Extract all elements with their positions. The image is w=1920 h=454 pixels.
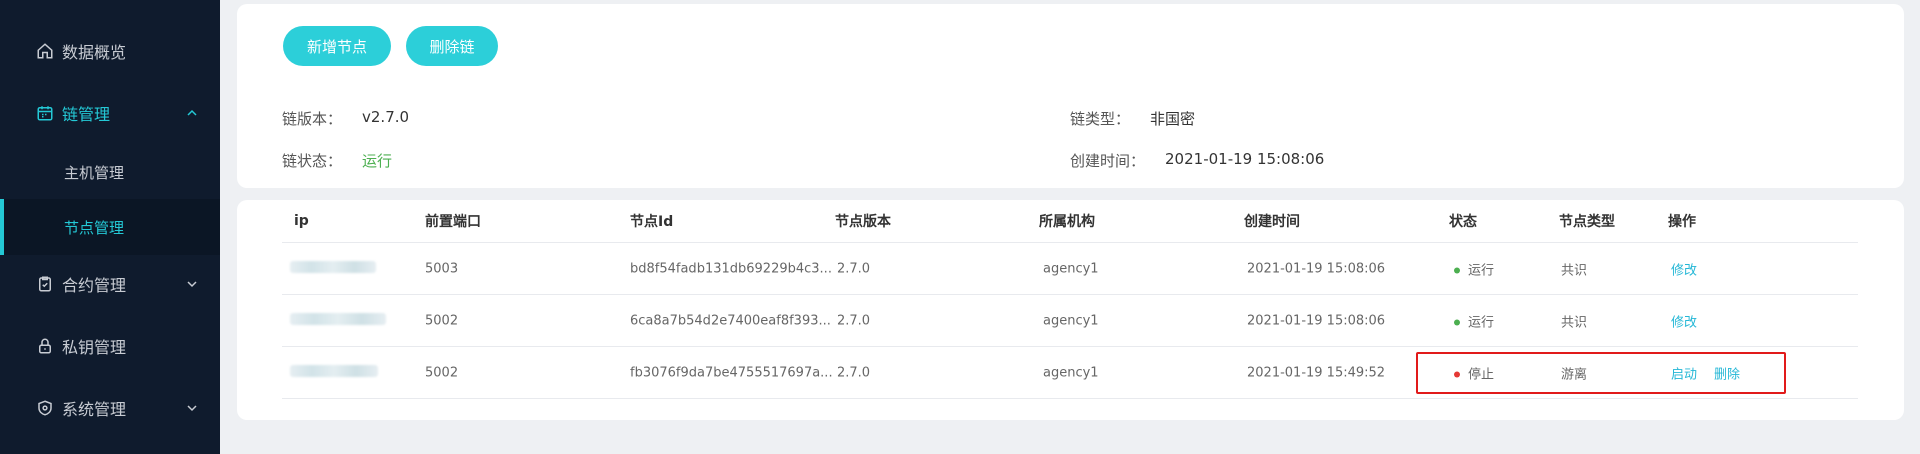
sidebar-item-system[interactable]: 系统管理 bbox=[0, 387, 220, 429]
chevron-down-icon bbox=[186, 278, 198, 290]
sidebar-item-overview[interactable]: 数据概览 bbox=[0, 30, 220, 72]
status-cell: 运行 bbox=[1454, 259, 1494, 278]
delete-chain-button[interactable]: 删除链 bbox=[406, 26, 498, 66]
chain-status-value: 运行 bbox=[362, 152, 393, 170]
sidebar-item-contract[interactable]: 合约管理 bbox=[0, 263, 220, 305]
sidebar-subitem-node[interactable]: 节点管理 bbox=[0, 199, 220, 255]
chain-type-label: 链类型： bbox=[1070, 110, 1131, 128]
ip-redacted bbox=[290, 260, 376, 277]
chain-version-value: v2.7.0 bbox=[362, 108, 410, 126]
chain-status: 链状态： 运行 bbox=[282, 150, 392, 171]
sidebar-item-label: 私钥管理 bbox=[62, 338, 127, 357]
version-cell: 2.7.0 bbox=[837, 313, 871, 328]
edit-link[interactable]: 修改 bbox=[1671, 259, 1697, 278]
chain-type: 链类型： 非国密 bbox=[1070, 108, 1195, 129]
table-header: 前置端口 bbox=[425, 214, 481, 230]
sidebar-item-label: 合约管理 bbox=[62, 276, 127, 295]
clipboard-icon bbox=[36, 275, 54, 293]
sidebar-subitem-label: 节点管理 bbox=[64, 218, 125, 237]
chevron-down-icon bbox=[186, 402, 198, 414]
agency-cell: agency1 bbox=[1043, 261, 1099, 276]
ip-redacted bbox=[290, 312, 386, 329]
table-row: 5002 fb3076f9da7be4755517697a... 2.7.0 a… bbox=[282, 347, 1858, 399]
status-stopped-dot bbox=[1454, 371, 1460, 378]
chain-created-value: 2021-01-19 15:08:06 bbox=[1165, 150, 1325, 168]
status-text: 停止 bbox=[1468, 367, 1495, 382]
status-cell: 运行 bbox=[1454, 311, 1494, 330]
delete-node-link[interactable]: 删除 bbox=[1714, 363, 1740, 382]
status-text: 运行 bbox=[1468, 315, 1495, 330]
sidebar: 数据概览 链管理 主机管理 节点管理 合约管理 私钥管理 系统管理 bbox=[0, 0, 220, 454]
table-header: 操作 bbox=[1668, 214, 1696, 230]
lock-icon bbox=[36, 337, 54, 355]
port-cell: 5002 bbox=[425, 313, 459, 328]
type-cell: 共识 bbox=[1561, 263, 1588, 278]
table-header: 节点类型 bbox=[1559, 214, 1615, 230]
sidebar-item-label: 链管理 bbox=[62, 105, 111, 124]
sidebar-subitem-label: 主机管理 bbox=[64, 163, 125, 182]
table-header: 创建时间 bbox=[1244, 214, 1300, 230]
status-cell: 停止 bbox=[1454, 363, 1494, 382]
status-text: 运行 bbox=[1468, 263, 1495, 278]
created-cell: 2021-01-19 15:49:52 bbox=[1247, 365, 1386, 380]
shield-icon bbox=[36, 399, 54, 417]
version-cell: 2.7.0 bbox=[837, 261, 871, 276]
add-node-button[interactable]: 新增节点 bbox=[283, 26, 391, 66]
ip-redacted bbox=[290, 364, 378, 381]
table-header: 节点版本 bbox=[835, 214, 891, 230]
sidebar-item-label: 系统管理 bbox=[62, 400, 127, 419]
status-running-dot bbox=[1454, 319, 1460, 326]
sidebar-item-chain[interactable]: 链管理 bbox=[0, 92, 220, 134]
created-cell: 2021-01-19 15:08:06 bbox=[1247, 261, 1386, 276]
type-cell: 游离 bbox=[1561, 367, 1588, 382]
node-id-cell: 6ca8a7b54d2e7400eaf8f393... bbox=[630, 313, 831, 328]
port-cell: 5002 bbox=[425, 365, 459, 380]
status-running-dot bbox=[1454, 267, 1460, 274]
table-header: 节点Id bbox=[630, 214, 674, 230]
home-icon bbox=[36, 42, 54, 60]
chain-created-label: 创建时间： bbox=[1070, 152, 1146, 170]
calendar-icon bbox=[36, 104, 54, 122]
version-cell: 2.7.0 bbox=[837, 365, 871, 380]
start-link[interactable]: 启动 bbox=[1671, 363, 1697, 382]
chain-type-value: 非国密 bbox=[1150, 110, 1196, 128]
port-cell: 5003 bbox=[425, 261, 459, 276]
chain-status-label: 链状态： bbox=[282, 152, 343, 170]
sidebar-item-keys[interactable]: 私钥管理 bbox=[0, 325, 220, 367]
chain-info-card: 新增节点 删除链 链版本： v2.7.0 链类型： 非国密 链状态： 运行 创建… bbox=[237, 4, 1904, 188]
node-table: ip 前置端口 节点Id 节点版本 所属机构 创建时间 状态 节点类型 操作 5… bbox=[282, 200, 1858, 399]
table-header: 状态 bbox=[1449, 214, 1477, 230]
node-table-card: ip 前置端口 节点Id 节点版本 所属机构 创建时间 状态 节点类型 操作 5… bbox=[237, 200, 1904, 420]
table-row: 5003 bd8f54fadb131db69229b4c3... 2.7.0 a… bbox=[282, 243, 1858, 295]
agency-cell: agency1 bbox=[1043, 313, 1099, 328]
node-id-cell: bd8f54fadb131db69229b4c3... bbox=[630, 261, 832, 276]
chain-created: 创建时间： 2021-01-19 15:08:06 bbox=[1070, 150, 1324, 171]
type-cell: 共识 bbox=[1561, 315, 1588, 330]
chain-version: 链版本： v2.7.0 bbox=[282, 108, 409, 129]
agency-cell: agency1 bbox=[1043, 365, 1099, 380]
node-id-cell: fb3076f9da7be4755517697a... bbox=[630, 365, 833, 380]
sidebar-item-label: 数据概览 bbox=[62, 43, 127, 62]
table-header-row: ip 前置端口 节点Id 节点版本 所属机构 创建时间 状态 节点类型 操作 bbox=[282, 200, 1858, 243]
sidebar-subitem-host[interactable]: 主机管理 bbox=[0, 144, 220, 200]
table-header: 所属机构 bbox=[1039, 214, 1095, 230]
created-cell: 2021-01-19 15:08:06 bbox=[1247, 313, 1386, 328]
edit-link[interactable]: 修改 bbox=[1671, 311, 1697, 330]
chain-version-label: 链版本： bbox=[282, 110, 343, 128]
table-header: ip bbox=[294, 213, 309, 229]
chevron-up-icon bbox=[186, 107, 198, 119]
table-row: 5002 6ca8a7b54d2e7400eaf8f393... 2.7.0 a… bbox=[282, 295, 1858, 347]
